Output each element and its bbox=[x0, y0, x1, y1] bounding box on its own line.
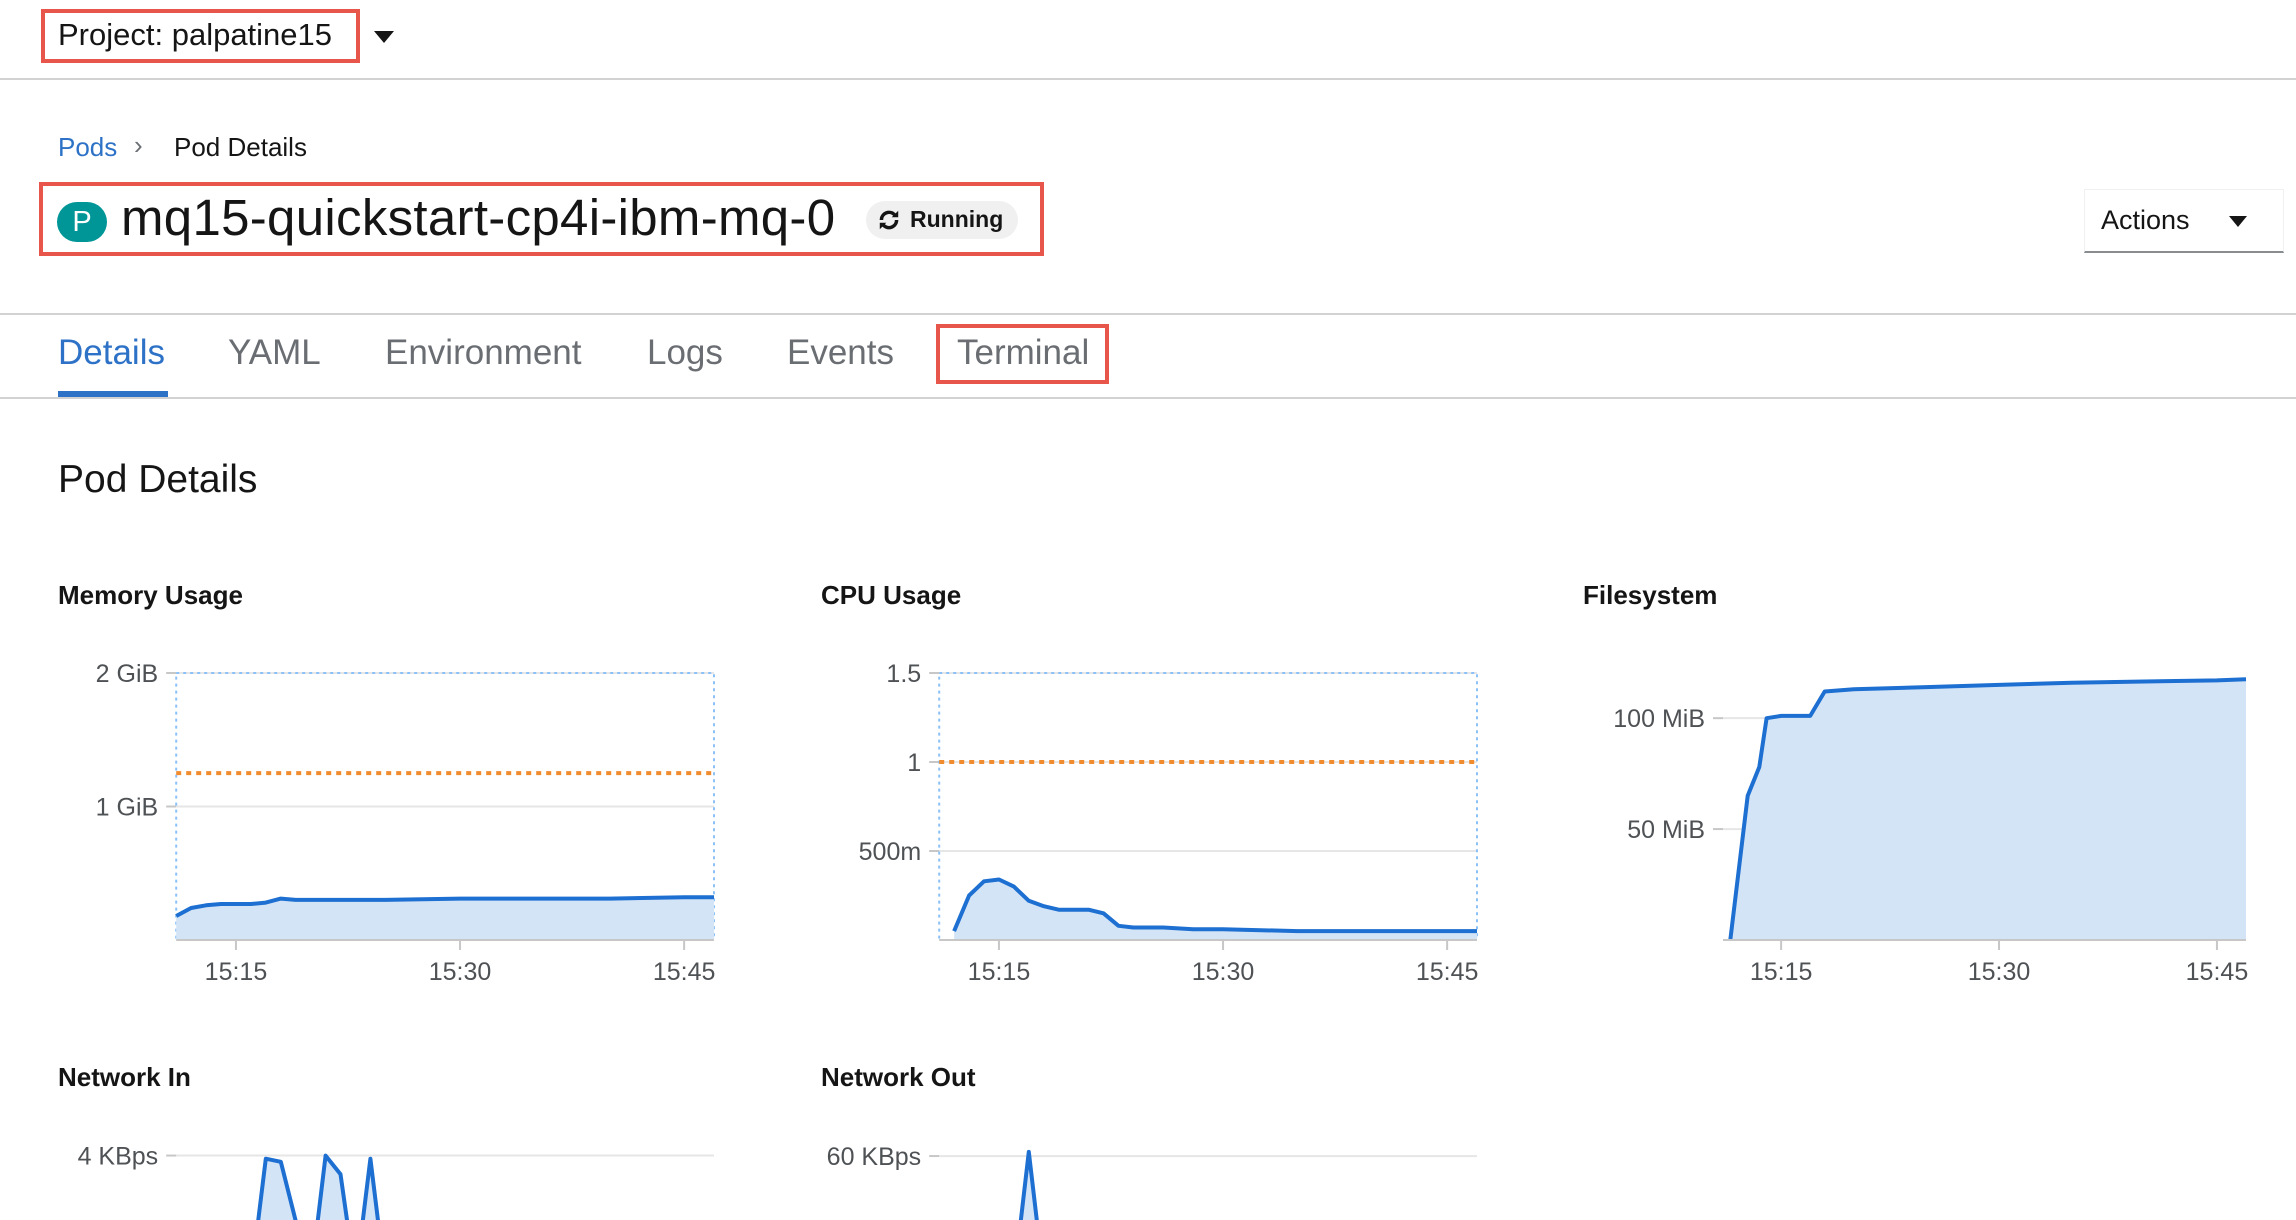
chart-title-memory: Memory Usage bbox=[58, 580, 243, 610]
network-in-chart: 4 KBps bbox=[78, 1143, 714, 1220]
tab-yaml[interactable]: YAML bbox=[228, 333, 321, 373]
x-tick-label: 15:15 bbox=[205, 958, 268, 986]
y-tick-label: 100 MiB bbox=[1613, 705, 1705, 733]
chart-title-filesystem: Filesystem bbox=[1583, 580, 1718, 610]
divider bbox=[0, 313, 2296, 315]
x-tick-label: 15:30 bbox=[1968, 958, 2031, 986]
x-tick-label: 15:45 bbox=[653, 958, 716, 986]
chart-title-network-out: Network Out bbox=[821, 1062, 976, 1092]
y-tick-label: 50 MiB bbox=[1627, 816, 1705, 844]
y-tick-label: 4 KBps bbox=[78, 1143, 159, 1171]
memory-usage-chart: 2 GiB 1 GiB 15:15 15:30 15:45 bbox=[96, 660, 716, 986]
status-label: Running bbox=[910, 206, 1004, 232]
page-title: mq15-quickstart-cp4i-ibm-mq-0 bbox=[121, 189, 836, 246]
y-tick-label: 1 GiB bbox=[96, 794, 159, 822]
series-area bbox=[1020, 1151, 1037, 1220]
chart-title-network-in: Network In bbox=[58, 1062, 191, 1092]
caret-down-icon[interactable] bbox=[2229, 216, 2247, 227]
y-tick-label: 60 KBps bbox=[827, 1143, 922, 1171]
y-tick-label: 2 GiB bbox=[96, 660, 159, 688]
y-tick-label: 500m bbox=[859, 838, 922, 866]
filesystem-chart: 100 MiB 50 MiB 15:15 15:30 15:45 bbox=[1613, 677, 2249, 986]
active-tab-indicator bbox=[58, 391, 168, 397]
pod-resource-badge: P bbox=[57, 202, 107, 242]
y-tick-label: 1.5 bbox=[886, 660, 921, 688]
series-area bbox=[1730, 679, 2246, 940]
sync-icon bbox=[879, 210, 899, 230]
project-selector[interactable]: Project: palpatine15 bbox=[58, 17, 332, 53]
y-tick-label: 1 bbox=[907, 749, 921, 777]
section-title: Pod Details bbox=[58, 458, 258, 501]
actions-label[interactable]: Actions bbox=[2101, 205, 2190, 236]
cpu-usage-chart: 1.5 1 500m 15:15 15:30 15:45 bbox=[859, 660, 1479, 986]
x-tick-label: 15:45 bbox=[2186, 958, 2249, 986]
chart-title-cpu: CPU Usage bbox=[821, 580, 962, 610]
breadcrumb-current: Pod Details bbox=[174, 132, 307, 162]
divider bbox=[0, 397, 2296, 399]
x-tick-label: 15:30 bbox=[429, 958, 492, 986]
network-out-chart: 60 KBps bbox=[827, 1143, 1477, 1220]
tab-logs[interactable]: Logs bbox=[647, 333, 723, 373]
x-tick-label: 15:15 bbox=[1750, 958, 1813, 986]
x-tick-label: 15:45 bbox=[1416, 958, 1479, 986]
breadcrumb-pods-link[interactable]: Pods bbox=[58, 132, 117, 163]
chevron-right-icon: › bbox=[134, 130, 143, 160]
series-line bbox=[256, 1153, 380, 1220]
x-tick-label: 15:15 bbox=[968, 958, 1031, 986]
series-area bbox=[258, 1155, 378, 1220]
tab-environment[interactable]: Environment bbox=[385, 333, 581, 373]
tab-events[interactable]: Events bbox=[787, 333, 894, 373]
x-tick-label: 15:30 bbox=[1192, 958, 1255, 986]
terminal-highlight-box bbox=[936, 324, 1109, 384]
tab-details[interactable]: Details bbox=[58, 333, 165, 373]
series-line bbox=[1018, 1149, 1039, 1220]
caret-down-icon[interactable] bbox=[374, 31, 394, 43]
